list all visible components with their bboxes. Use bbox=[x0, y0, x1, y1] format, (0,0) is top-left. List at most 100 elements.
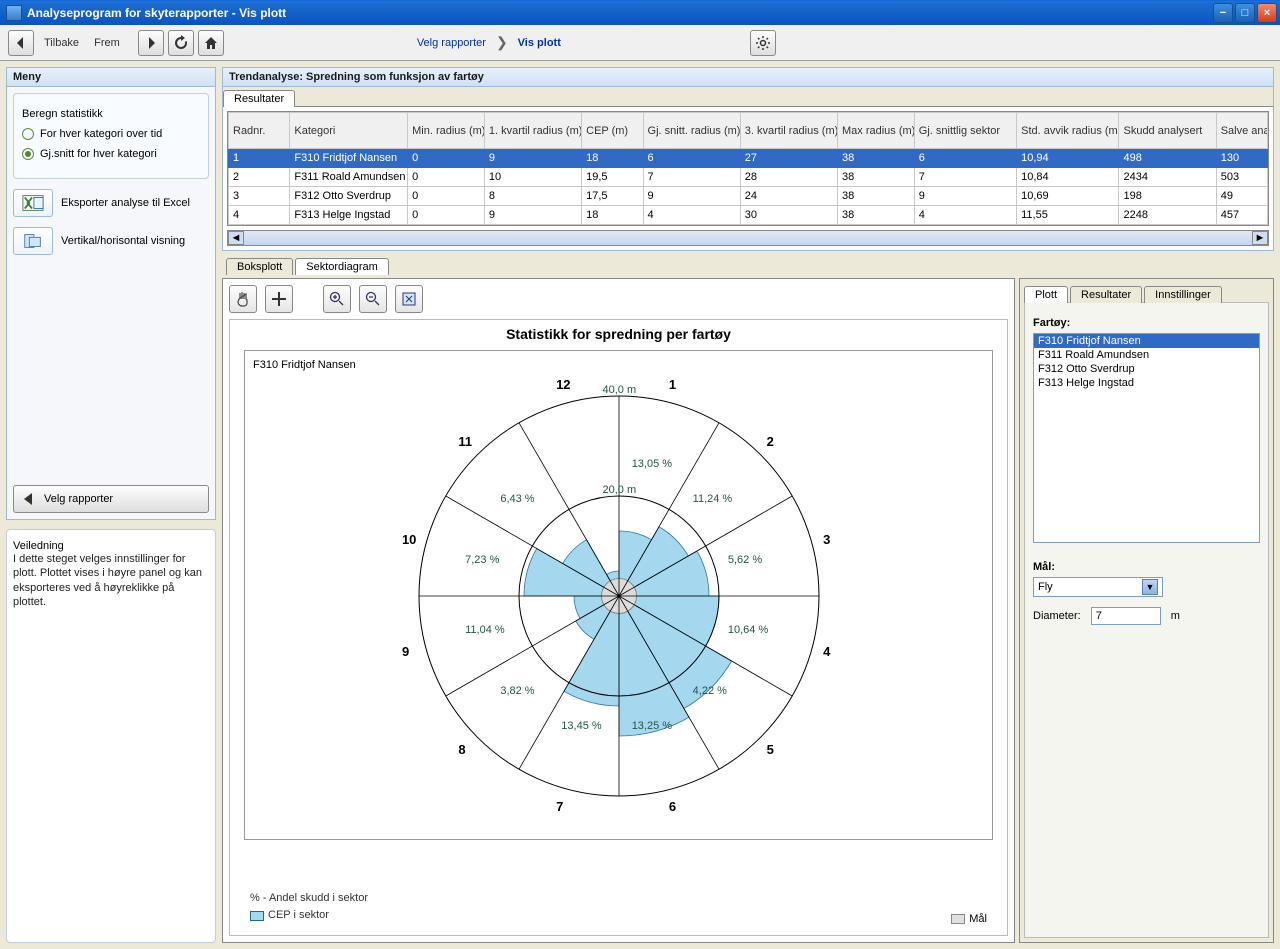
diameter-input[interactable] bbox=[1091, 607, 1161, 625]
sector-number: 6 bbox=[669, 799, 676, 814]
tab-sector-diagram[interactable]: Sektordiagram bbox=[295, 258, 389, 275]
column-header[interactable]: Gj. snittlig sektor bbox=[914, 113, 1016, 149]
column-header[interactable]: Skudd analysert bbox=[1119, 113, 1216, 149]
sector-chart: Statistikk for spredning per fartøy F310… bbox=[229, 319, 1008, 936]
column-header[interactable]: Std. avvik radius (m) bbox=[1017, 113, 1119, 149]
vessel-listbox[interactable]: F310 Fridtjof NansenF311 Roald AmundsenF… bbox=[1033, 333, 1260, 543]
zoom-in-button[interactable] bbox=[323, 285, 351, 313]
scroll-right-icon[interactable]: ► bbox=[1252, 231, 1268, 245]
sector-pct-label: 13,45 % bbox=[561, 720, 601, 732]
nav-back-label: Tilbake bbox=[44, 37, 79, 49]
vessel-label: Fartøy: bbox=[1033, 317, 1260, 329]
window-title: Analyseprogram for skyterapporter - Vis … bbox=[27, 6, 1213, 20]
stats-group-legend: Beregn statistikk bbox=[22, 108, 103, 120]
app-icon bbox=[6, 5, 22, 21]
zoom-fit-button[interactable] bbox=[395, 285, 423, 313]
column-header[interactable]: CEP (m) bbox=[582, 113, 643, 149]
column-header[interactable]: Radnr. bbox=[229, 113, 290, 149]
guide-legend: Veiledning bbox=[13, 540, 64, 552]
sector-number: 1 bbox=[669, 377, 676, 392]
chart-series-name: F310 Fridtjof Nansen bbox=[253, 359, 356, 371]
table-row[interactable]: 2F311 Roald Amundsen01019,572838710,8424… bbox=[229, 168, 1268, 187]
column-header[interactable]: Max radius (m) bbox=[838, 113, 915, 149]
legend-goal: Mål bbox=[969, 913, 987, 925]
sector-number: 10 bbox=[402, 532, 416, 547]
column-header[interactable]: Salve analy bbox=[1216, 113, 1267, 149]
main-toolbar: Tilbake Frem Velg rapporter ❯ Vis plott bbox=[0, 25, 1280, 61]
goal-swatch-icon bbox=[951, 914, 965, 924]
radio-average-per-category[interactable]: Gj.snitt for hver kategori bbox=[22, 148, 200, 160]
minimize-button[interactable]: − bbox=[1213, 3, 1233, 23]
table-row[interactable]: 4F313 Helge Ingstad091843038411,55224845… bbox=[229, 206, 1268, 225]
radio-icon bbox=[22, 128, 34, 140]
table-row[interactable]: 3F312 Otto Sverdrup0817,592438910,691984… bbox=[229, 187, 1268, 206]
column-header[interactable]: 1. kvartil radius (m) bbox=[484, 113, 581, 149]
chart-title: Statistikk for spredning per fartøy bbox=[230, 326, 1007, 342]
table-row[interactable]: 1F310 Fridtjof Nansen091862738610,944981… bbox=[229, 149, 1268, 168]
sector-number: 5 bbox=[767, 742, 774, 757]
nav-back-button[interactable] bbox=[8, 30, 34, 56]
tab-results[interactable]: Resultater bbox=[223, 90, 295, 107]
ring-label-inner: 20,0 m bbox=[603, 484, 637, 496]
sector-pct-label: 10,64 % bbox=[728, 624, 768, 636]
arrow-left-icon bbox=[22, 492, 38, 506]
breadcrumb-show-plot[interactable]: Vis plott bbox=[518, 37, 561, 49]
settings-button[interactable] bbox=[750, 30, 776, 56]
orientation-icon bbox=[13, 227, 53, 255]
close-button[interactable]: × bbox=[1257, 3, 1277, 23]
list-item[interactable]: F311 Roald Amundsen bbox=[1034, 348, 1259, 362]
crosshair-tool[interactable] bbox=[265, 285, 293, 313]
legend-pct: % - Andel skudd i sektor bbox=[250, 890, 368, 908]
sector-pct-label: 6,43 % bbox=[500, 493, 534, 505]
scroll-left-icon[interactable]: ◄ bbox=[228, 231, 244, 245]
maximize-button[interactable]: □ bbox=[1235, 3, 1255, 23]
radio-icon bbox=[22, 148, 34, 160]
title-bar: Analyseprogram for skyterapporter - Vis … bbox=[0, 0, 1280, 25]
sector-pct-label: 13,05 % bbox=[632, 458, 672, 470]
tab-results-settings[interactable]: Resultater bbox=[1070, 286, 1142, 303]
trend-title: Trendanalyse: Spredning som funksjon av … bbox=[223, 68, 1273, 87]
breadcrumb-sep-icon: ❯ bbox=[496, 34, 508, 51]
tab-settings[interactable]: Innstillinger bbox=[1144, 286, 1222, 303]
results-table: Radnr.KategoriMin. radius (m)1. kvartil … bbox=[227, 111, 1269, 226]
sector-number: 4 bbox=[823, 644, 830, 659]
sector-number: 2 bbox=[767, 434, 774, 449]
refresh-button[interactable] bbox=[168, 30, 194, 56]
breadcrumb-select-reports[interactable]: Velg rapporter bbox=[417, 37, 486, 49]
list-item[interactable]: F312 Otto Sverdrup bbox=[1034, 362, 1259, 376]
sector-pct-label: 3,82 % bbox=[500, 685, 534, 697]
column-header[interactable]: Min. radius (m) bbox=[408, 113, 485, 149]
toggle-orientation[interactable]: Vertikal/horisontal visning bbox=[13, 227, 209, 255]
list-item[interactable]: F310 Fridtjof Nansen bbox=[1034, 334, 1259, 348]
home-button[interactable] bbox=[198, 30, 224, 56]
table-horizontal-scrollbar[interactable]: ◄ ► bbox=[227, 230, 1269, 246]
sector-pct-label: 11,04 % bbox=[465, 624, 505, 636]
nav-forward-button[interactable] bbox=[138, 30, 164, 56]
diameter-label: Diameter: bbox=[1033, 610, 1081, 622]
sector-pct-label: 7,23 % bbox=[465, 554, 499, 566]
diameter-unit: m bbox=[1171, 610, 1180, 622]
sector-number: 11 bbox=[458, 434, 472, 449]
radio-per-category-over-time[interactable]: For hver kategori over tid bbox=[22, 128, 200, 140]
pan-tool[interactable] bbox=[229, 285, 257, 313]
dropdown-arrow-icon: ▼ bbox=[1142, 579, 1158, 595]
goal-label: Mål: bbox=[1033, 561, 1260, 573]
sector-number: 3 bbox=[823, 532, 830, 547]
column-header[interactable]: Gj. snitt. radius (m) bbox=[643, 113, 740, 149]
tab-boxplot[interactable]: Boksplott bbox=[226, 258, 293, 275]
export-to-excel[interactable]: Eksporter analyse til Excel bbox=[13, 189, 209, 217]
excel-icon bbox=[13, 189, 53, 217]
column-header[interactable]: Kategori bbox=[290, 113, 408, 149]
nav-forward-label: Frem bbox=[94, 37, 120, 49]
goal-select[interactable]: Fly ▼ bbox=[1033, 577, 1163, 597]
sector-pct-label: 4,22 % bbox=[693, 685, 727, 697]
zoom-out-button[interactable] bbox=[359, 285, 387, 313]
sector-pct-label: 13,25 % bbox=[632, 720, 672, 732]
column-header[interactable]: 3. kvartil radius (m) bbox=[740, 113, 837, 149]
sector-pct-label: 11,24 % bbox=[693, 493, 733, 505]
list-item[interactable]: F313 Helge Ingstad bbox=[1034, 376, 1259, 390]
select-reports-button[interactable]: Velg rapporter bbox=[13, 485, 209, 513]
tab-plot-settings[interactable]: Plott bbox=[1024, 286, 1068, 303]
sector-pct-label: 5,62 % bbox=[728, 554, 762, 566]
sector-number: 9 bbox=[402, 644, 409, 659]
